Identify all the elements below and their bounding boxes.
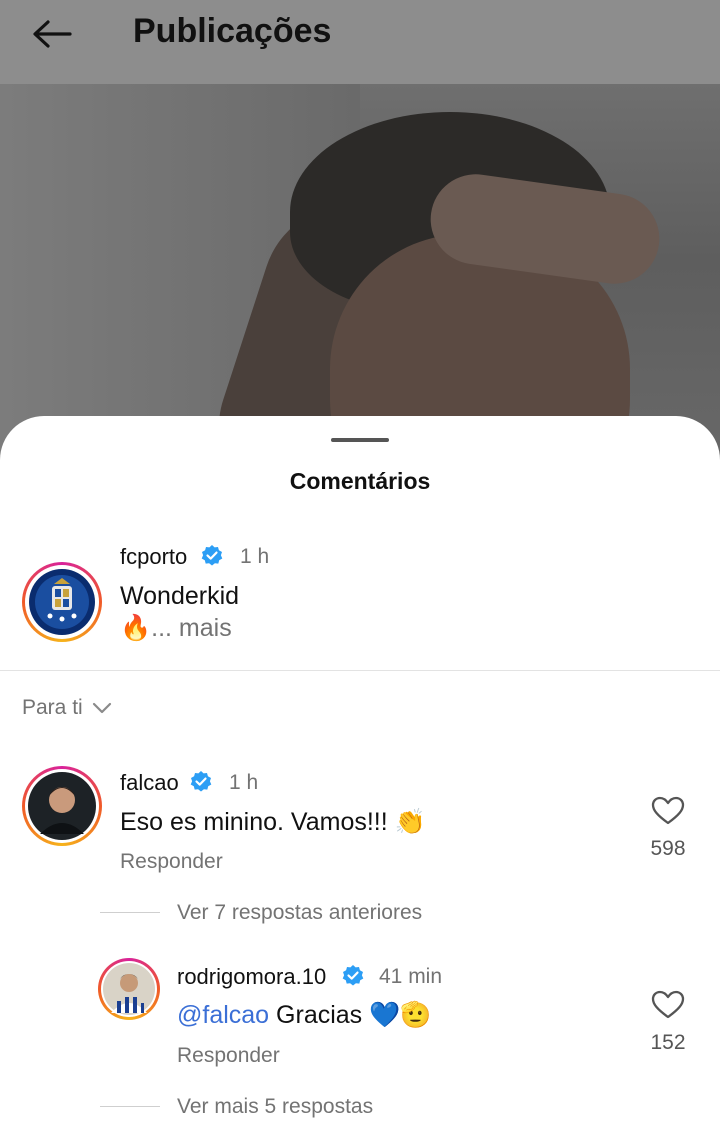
comments-sheet: Comentários fcporto 1 h Wonderkid 🔥... m… [0, 416, 720, 1126]
avatar-falcao[interactable] [22, 766, 102, 846]
like-count: 598 [650, 837, 686, 860]
profile-photo-falcao [28, 772, 96, 840]
screen: Publicações Comentários fcporto 1 h Wond… [0, 0, 720, 1126]
fc-porto-crest-icon [29, 569, 95, 635]
heart-icon[interactable] [651, 990, 685, 1020]
thread-line [100, 912, 160, 913]
filter-label: Para ti [22, 696, 83, 719]
caption-username[interactable]: fcporto [120, 544, 187, 570]
fire-emoji: 🔥 [120, 614, 152, 642]
comment-text-body: Eso es minino. Vamos!!! [120, 808, 388, 836]
clap-emoji: 👏 [394, 808, 426, 836]
comment-time: 1 h [229, 771, 259, 794]
sheet-title: Comentários [289, 468, 431, 494]
heart-icon[interactable] [651, 796, 685, 826]
top-bar: Publicações [0, 0, 720, 84]
comment-filter-dropdown[interactable]: Para ti [22, 696, 113, 720]
reply-time: 41 min [379, 965, 443, 988]
reply-button[interactable]: Responder [177, 1044, 280, 1068]
sheet-drag-handle[interactable] [331, 438, 389, 442]
verified-badge-icon [190, 771, 212, 792]
verified-badge-icon [342, 965, 364, 986]
caption-text: Wonderkid [120, 582, 240, 610]
profile-photo-rodrigomora [103, 963, 155, 1015]
reply-button[interactable]: Responder [120, 850, 223, 874]
thread-line [100, 1106, 160, 1107]
verified-badge-icon [201, 545, 223, 566]
comment-username[interactable]: falcao [120, 770, 179, 796]
chevron-down-icon [92, 702, 111, 714]
caption-more-link[interactable]: ... mais [151, 614, 232, 642]
reply-username[interactable]: rodrigomora.10 [177, 964, 326, 990]
mention-link[interactable]: @falcao [177, 1001, 269, 1029]
page-title: Publicações [133, 12, 332, 50]
arrow-left-icon [33, 20, 72, 48]
avatar-rodrigomora[interactable] [98, 958, 160, 1020]
view-more-replies-link[interactable]: Ver mais 5 respostas [177, 1095, 373, 1119]
caption-time: 1 h [240, 545, 270, 568]
comment-text: Eso es minino. Vamos!!! 👏 [120, 808, 426, 837]
reply-text: @falcao Gracias 💙🫡 [177, 1001, 431, 1030]
like-count: 152 [650, 1031, 686, 1054]
view-previous-replies-link[interactable]: Ver 7 respostas anteriores [177, 901, 422, 925]
caption-divider [0, 670, 720, 671]
caption-second-line: 🔥... mais [120, 614, 232, 643]
heart-salute-emoji: 💙🫡 [369, 1001, 432, 1029]
avatar-fcporto[interactable] [22, 562, 102, 642]
reply-text-body: Gracias [276, 1001, 363, 1029]
back-button[interactable] [28, 16, 76, 52]
